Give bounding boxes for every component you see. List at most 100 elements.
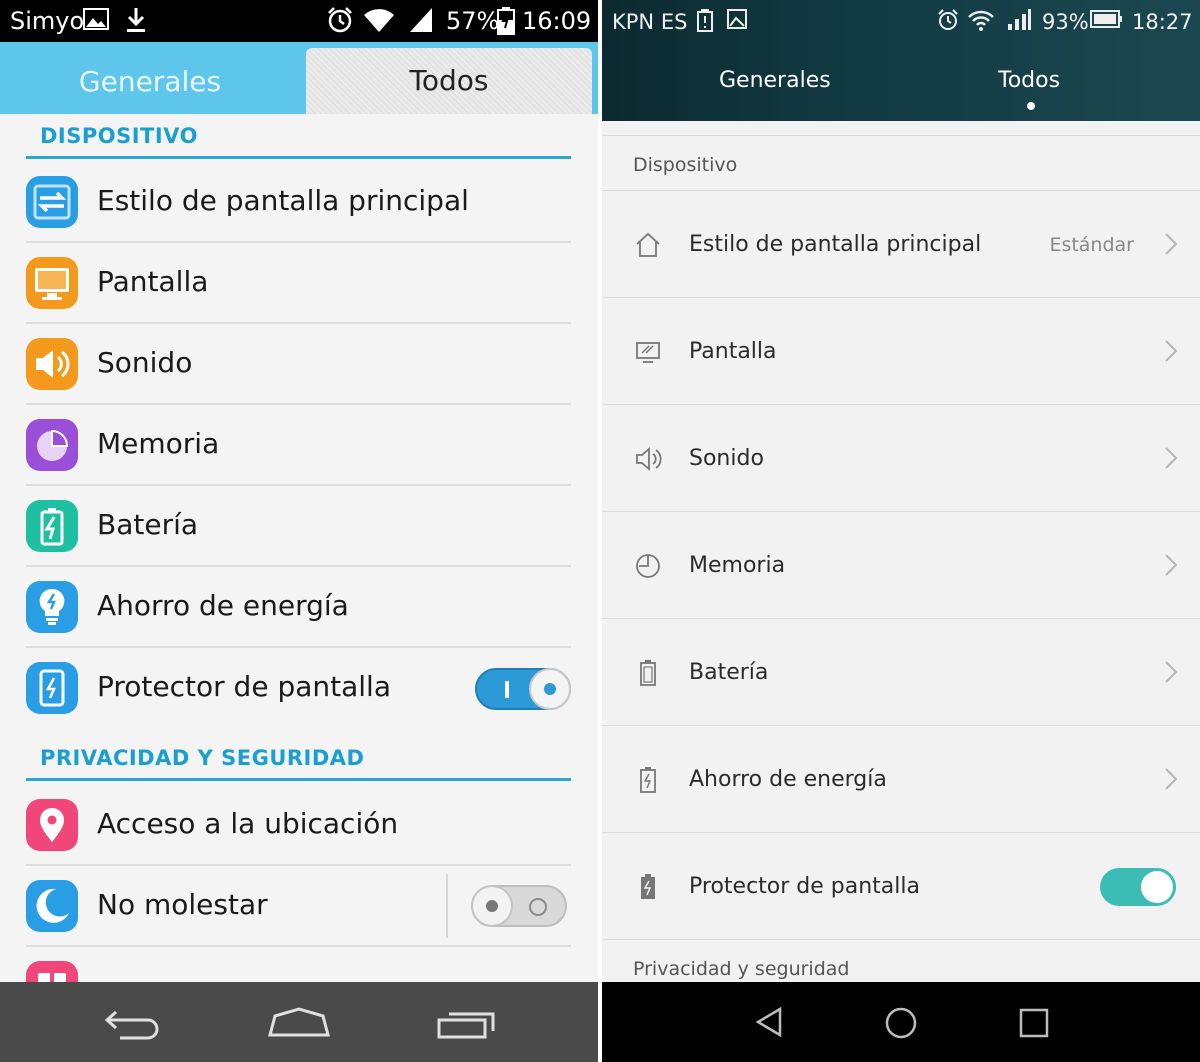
back-icon[interactable] [104, 1008, 162, 1040]
tab-generales[interactable]: Generales [719, 68, 831, 93]
chevron-right-icon [1165, 661, 1178, 683]
settings-item-sonido[interactable]: Sonido [602, 405, 1200, 512]
download-icon [124, 6, 148, 40]
alarm-icon [936, 8, 960, 37]
screenshot-comparison: Simyo 57% 16:09 Generales Todos DISPOSIT… [0, 0, 1200, 1062]
clock: 16:09 [522, 7, 592, 35]
screen-protector-toggle[interactable] [1100, 868, 1176, 906]
battery-icon [640, 660, 656, 686]
navigation-bar [0, 982, 598, 1062]
power-saving-icon [640, 767, 656, 793]
settings-item-ahorro-energia[interactable]: Ahorro de energía [26, 567, 571, 648]
screen-protector-toggle[interactable] [475, 668, 571, 710]
pie-chart-icon [26, 419, 78, 471]
speaker-icon [636, 447, 662, 471]
settings-item-protector-pantalla[interactable]: Protector de pantalla [26, 648, 571, 729]
toggle-off-mark [529, 898, 547, 916]
settings-item-home-style[interactable]: Estilo de pantalla principal [26, 162, 571, 243]
right-phone-screen: KPN ES 93% 18:27 Generales Todos Disposi… [602, 0, 1200, 1062]
settings-item-memoria[interactable]: Memoria [602, 512, 1200, 619]
battery-icon [1090, 8, 1124, 35]
section-header-dispositivo: DISPOSITIVO [40, 124, 198, 148]
item-label: No molestar [97, 888, 268, 921]
lightbulb-icon [26, 581, 78, 633]
settings-item-home-style[interactable]: Estilo de pantalla principal Estándar [602, 191, 1200, 298]
section-header-privacidad: PRIVACIDAD Y SEGURIDAD [40, 746, 365, 770]
settings-list: Dispositivo Estilo de pantalla principal… [602, 121, 1200, 982]
chevron-right-icon [1165, 447, 1178, 469]
row-divider [602, 939, 1200, 940]
status-bar: Simyo 57% 16:09 [0, 0, 598, 42]
tab-todos[interactable]: Todos [306, 48, 592, 114]
screen-protector-icon [641, 874, 655, 899]
display-icon [26, 257, 78, 309]
settings-item-pantalla[interactable]: Pantalla [602, 298, 1200, 405]
settings-item-no-molestar[interactable]: No molestar [26, 866, 571, 947]
back-icon[interactable] [754, 1006, 784, 1038]
vertical-divider [446, 874, 448, 938]
apps-icon [26, 961, 78, 982]
item-label: Ahorro de energía [689, 767, 887, 792]
settings-item-ahorro-energia[interactable]: Ahorro de energía [602, 726, 1200, 833]
moon-icon [26, 880, 78, 932]
item-label: Protector de pantalla [689, 874, 920, 899]
location-icon [26, 799, 78, 851]
battery-percentage: 93% [1042, 10, 1089, 34]
toggle-on-mark [505, 681, 509, 698]
item-label: Memoria [97, 427, 220, 460]
image-notification-icon [82, 6, 110, 38]
item-label: Ahorro de energía [97, 589, 349, 622]
status-bar: KPN ES 93% 18:27 [602, 0, 1200, 42]
image-notification-icon [726, 8, 748, 35]
settings-item-ubicacion[interactable]: Acceso a la ubicación [26, 785, 571, 866]
home-icon[interactable] [884, 1006, 918, 1040]
chevron-right-icon [1165, 340, 1178, 362]
header: KPN ES 93% 18:27 Generales Todos [602, 0, 1200, 121]
item-label: Sonido [689, 446, 764, 471]
wifi-icon [966, 8, 996, 37]
settings-item-protector-pantalla[interactable]: Protector de pantalla [602, 833, 1200, 940]
item-value: Estándar [1049, 234, 1134, 256]
home-icon[interactable] [267, 1006, 331, 1038]
tab-todos[interactable]: Todos [998, 68, 1060, 93]
battery-alert-icon [696, 8, 714, 37]
settings-item-sonido[interactable]: Sonido [26, 324, 571, 405]
clock-pie-icon [636, 554, 660, 578]
alarm-icon [326, 6, 354, 40]
do-not-disturb-toggle[interactable] [471, 885, 567, 927]
section-header-privacidad: Privacidad y seguridad [633, 958, 850, 980]
item-label: Estilo de pantalla principal [97, 184, 469, 217]
recent-apps-icon[interactable] [436, 1008, 496, 1040]
item-label: Batería [689, 660, 769, 685]
section-divider [26, 778, 571, 781]
recent-apps-icon[interactable] [1018, 1007, 1050, 1039]
battery-icon [26, 500, 78, 552]
toggle-knob [529, 668, 571, 710]
settings-item-bateria[interactable]: Batería [26, 486, 571, 567]
tab-generales[interactable]: Generales [0, 42, 300, 114]
navigation-bar [602, 982, 1200, 1062]
settings-list: DISPOSITIVO Estilo de pantalla principal… [0, 114, 598, 982]
settings-item-pantalla[interactable]: Pantalla [26, 243, 571, 324]
item-label: Estilo de pantalla principal [689, 232, 982, 257]
item-label: Acceso a la ubicación [97, 807, 399, 840]
active-tab-indicator [1027, 102, 1035, 110]
clock: 18:27 [1132, 10, 1193, 34]
wifi-icon [362, 6, 396, 40]
section-header-dispositivo: Dispositivo [633, 154, 738, 176]
settings-item-memoria[interactable]: Memoria [26, 405, 571, 486]
item-label: Pantalla [689, 339, 777, 364]
section-divider [26, 156, 571, 159]
battery-charging-icon [497, 6, 515, 42]
battery-percentage: 57% [446, 7, 500, 35]
item-label: Memoria [689, 553, 786, 578]
item-label: Protector de pantalla [97, 670, 391, 703]
divider [602, 135, 1200, 136]
item-label: Sonido [97, 346, 193, 379]
toggle-knob [1141, 871, 1173, 903]
settings-item-partial[interactable] [26, 947, 571, 982]
settings-item-bateria[interactable]: Batería [602, 619, 1200, 726]
display-icon [636, 342, 660, 363]
carrier-name: KPN ES [612, 10, 688, 34]
left-phone-screen: Simyo 57% 16:09 Generales Todos DISPOSIT… [0, 0, 598, 1062]
